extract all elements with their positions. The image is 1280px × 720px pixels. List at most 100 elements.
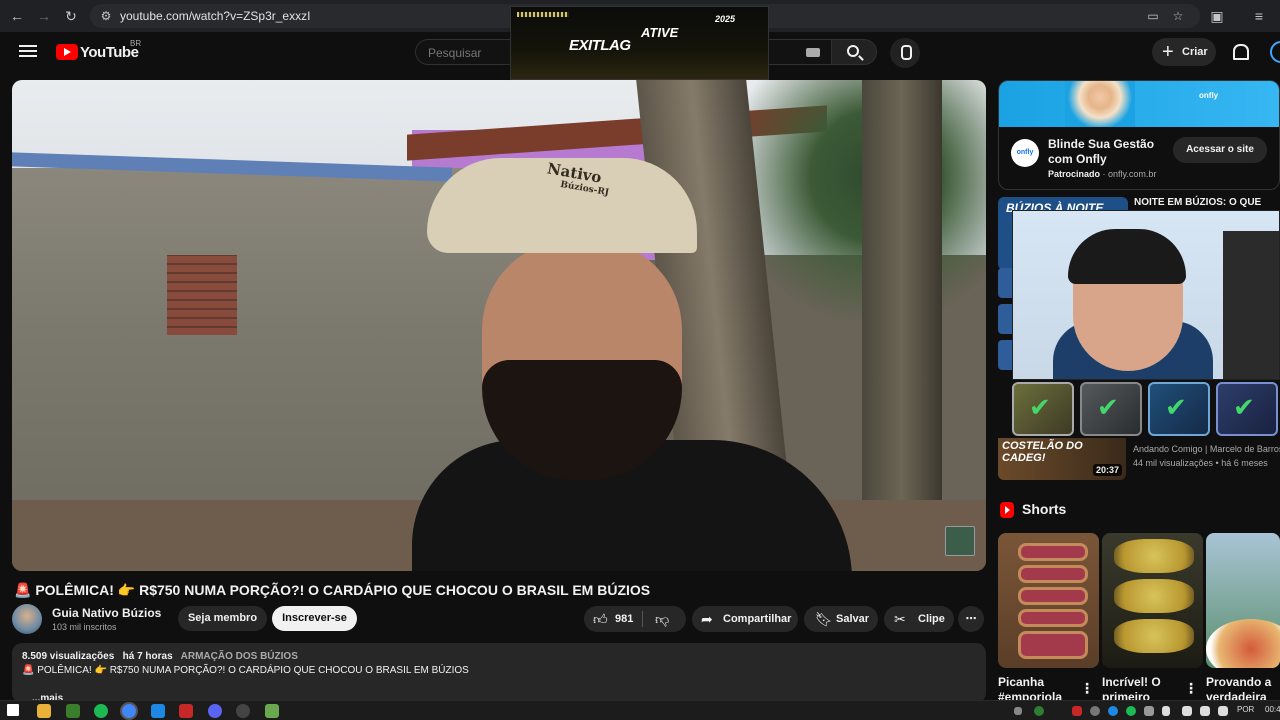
save-label: Salvar <box>836 613 870 625</box>
site-info-icon[interactable]: ⚙ <box>98 8 114 24</box>
overlay-cta: ATIVE <box>641 25 679 40</box>
clock[interactable]: 00:4 <box>1265 705 1280 714</box>
tray-icon[interactable] <box>1072 706 1082 716</box>
recommendation-thumbnails-edge[interactable] <box>998 268 1012 378</box>
forward-icon[interactable]: → <box>35 7 53 25</box>
ad-domain: onfly.com.br <box>1108 169 1157 179</box>
ad-visit-site-button[interactable]: Acessar o site <box>1173 137 1267 163</box>
checkmark-icon: ✔ <box>1029 392 1051 422</box>
battery-icon[interactable] <box>1218 706 1228 716</box>
subscribe-button[interactable]: Inscrever-se <box>272 606 357 631</box>
search-input[interactable] <box>428 46 508 60</box>
description-stats: 8.509 visualizações há 7 horas ARMAÇÃO D… <box>22 651 298 662</box>
dislike-icon[interactable]: 👎︎ <box>655 606 669 632</box>
subscriber-count: 103 mil inscritos <box>52 622 117 632</box>
join-membership-button[interactable]: Seja membro <box>178 606 267 631</box>
food-slice <box>1018 587 1088 605</box>
food-burger <box>1114 619 1194 653</box>
save-button[interactable]: 🔖︎ Salvar <box>804 606 878 632</box>
start-icon[interactable] <box>7 704 19 716</box>
tray-icon[interactable] <box>1108 706 1118 716</box>
discord-icon[interactable] <box>208 704 222 718</box>
cast-icon[interactable]: ▭ <box>1145 8 1161 24</box>
recommendation-stats: 44 mil visualizações • há 6 meses <box>1133 458 1268 468</box>
bookmark-star-icon[interactable]: ☆ <box>1170 8 1186 24</box>
back-icon[interactable]: ← <box>8 7 26 25</box>
checkmark-icon: ✔ <box>1233 392 1255 422</box>
country-code: BR <box>130 39 142 48</box>
network-icon[interactable] <box>1182 706 1192 716</box>
search-button[interactable] <box>831 39 877 65</box>
video-duration: 20:37 <box>1092 464 1122 476</box>
spotify-icon[interactable] <box>94 704 108 718</box>
ad-banner-image[interactable]: onfly <box>999 81 1279 127</box>
food-slice <box>1018 565 1088 583</box>
recommendation-channel[interactable]: Andando Comigo | Marcelo de Barros <box>1133 444 1280 454</box>
share-button[interactable]: ➦ Compartilhar <box>692 606 798 632</box>
chrome-icon[interactable] <box>122 704 136 718</box>
file-explorer-icon[interactable] <box>37 704 51 718</box>
like-count[interactable]: 981 <box>615 606 633 632</box>
app-icon[interactable] <box>265 704 279 718</box>
ad-person-image <box>1065 81 1135 127</box>
reload-icon[interactable]: ↻ <box>62 7 80 25</box>
location-tag[interactable]: ARMAÇÃO DOS BÚZIOS <box>181 651 298 662</box>
voice-search-mic-icon[interactable] <box>890 38 920 68</box>
search-icon <box>847 45 859 57</box>
recommendation-views: 44 mil visualizações <box>1133 458 1214 468</box>
checkmark-icon: ✔ <box>1165 392 1187 422</box>
account-avatar[interactable] <box>1270 41 1280 63</box>
more-actions-button[interactable]: ⋯ <box>958 606 984 632</box>
exitlag-overlay-banner: EXITLAG ATIVE 2025 <box>510 6 769 80</box>
overlay-stripe <box>517 12 569 17</box>
keyboard-language[interactable]: POR <box>1237 705 1254 714</box>
ad-title[interactable]: Blinde Sua Gestão com Onfly <box>1048 137 1168 167</box>
recommendation-title[interactable]: NOITE EM BÚZIOS: O QUE <box>1134 197 1261 208</box>
tray-icon[interactable] <box>1034 706 1044 716</box>
description-box[interactable]: 8.509 visualizações há 7 horas ARMAÇÃO D… <box>12 643 986 704</box>
scissors-icon: ✂ <box>894 611 906 627</box>
food-slice <box>1018 631 1088 659</box>
short-menu-icon[interactable]: ⋮ <box>1080 680 1094 697</box>
tray-icon[interactable] <box>1090 706 1100 716</box>
plus-icon: + <box>1162 41 1174 63</box>
channel-watermark[interactable] <box>945 526 975 556</box>
media-controls-icon[interactable]: ≡ <box>1250 7 1268 25</box>
recommendation-thumbnail[interactable]: COSTELÃO DO CADEG! 20:37 <box>998 438 1126 480</box>
webcam-background <box>1223 231 1279 379</box>
video-bricks <box>167 255 237 335</box>
food-burger <box>1114 539 1194 573</box>
keyboard-icon[interactable] <box>806 48 820 57</box>
channel-avatar[interactable] <box>12 604 42 634</box>
create-button[interactable]: + Criar <box>1152 38 1216 66</box>
tray-icon[interactable] <box>1144 706 1154 716</box>
short-menu-icon[interactable]: ⋮ <box>1184 680 1198 697</box>
url-text: youtube.com/watch?v=ZSp3r_exxzI <box>120 9 311 23</box>
notifications-bell-icon[interactable] <box>1231 42 1249 62</box>
short-thumbnail[interactable] <box>998 533 1099 668</box>
like-icon[interactable]: 👍︎ <box>593 606 608 632</box>
clip-button[interactable]: ✂ Clipe <box>884 606 954 632</box>
tray-icon[interactable] <box>1014 707 1022 715</box>
app-icon[interactable] <box>151 704 165 718</box>
food-burger <box>1114 579 1194 613</box>
channel-name[interactable]: Guia Nativo Búzios <box>52 606 161 620</box>
app-icon[interactable] <box>236 704 250 718</box>
food-slice <box>1018 543 1088 561</box>
clip-label: Clipe <box>918 613 945 625</box>
extensions-icon[interactable]: ▣ <box>1208 7 1226 25</box>
tray-icon[interactable] <box>1126 706 1136 716</box>
app-icon[interactable] <box>179 704 193 718</box>
advertiser-logo[interactable]: onfly <box>1011 139 1039 167</box>
hamburger-menu-icon[interactable] <box>18 42 38 62</box>
video-title: 🚨 POLÊMICA! 👉 R$750 NUMA PORÇÃO?! O CARD… <box>14 582 651 598</box>
microphone-icon[interactable] <box>1162 706 1170 716</box>
volume-icon[interactable] <box>1200 706 1210 716</box>
sponsored-ad-card[interactable]: onfly onfly Blinde Sua Gestão com Onfly … <box>998 80 1280 190</box>
video-player[interactable]: Nativo Búzios-RJ <box>12 80 986 571</box>
stream-overlay-chips: ✔ ✔ ✔ ✔ <box>1012 382 1280 438</box>
short-thumbnail[interactable] <box>1206 533 1280 668</box>
app-icon[interactable] <box>66 704 80 718</box>
youtube-logo[interactable]: YouTube BR <box>56 39 141 61</box>
short-thumbnail[interactable] <box>1102 533 1203 668</box>
